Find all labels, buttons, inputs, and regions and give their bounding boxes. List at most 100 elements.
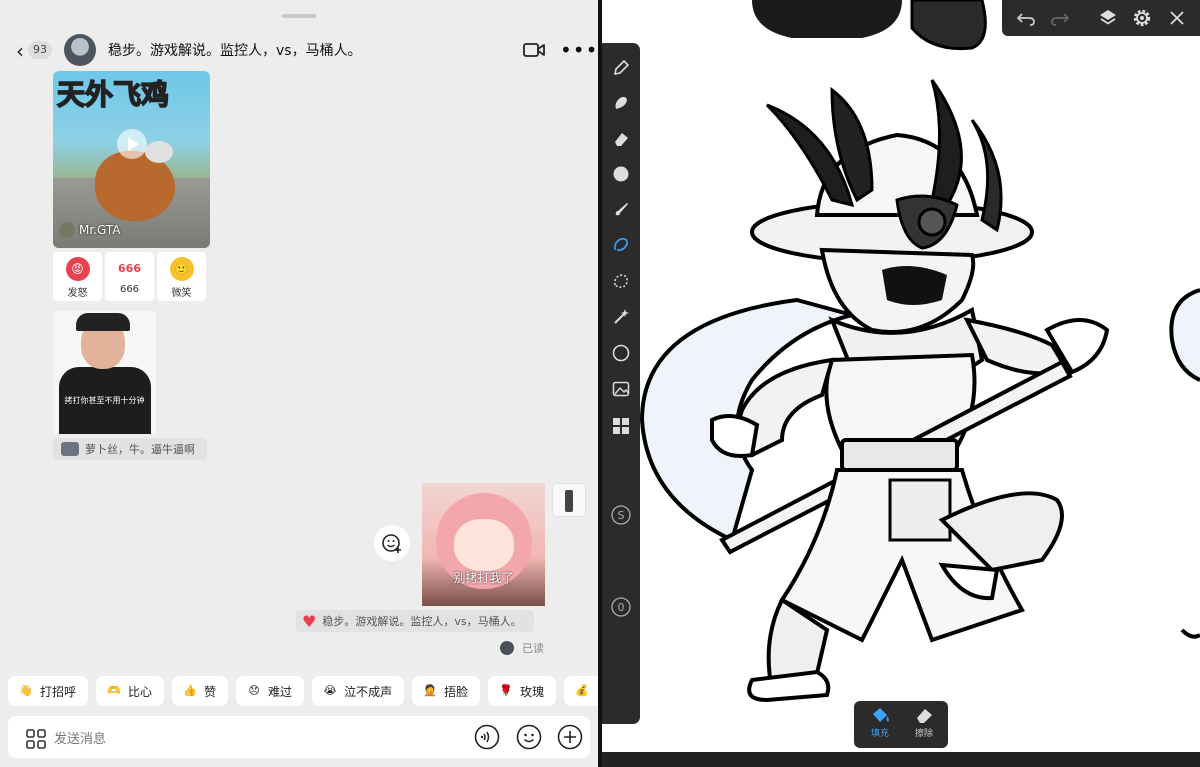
grid-tiles-icon [613,418,629,434]
side-badge-zero[interactable]: 0 [611,597,631,617]
tool-color-brush[interactable] [611,200,631,220]
drawing-canvas[interactable] [602,0,1200,752]
undo-icon[interactable] [1016,8,1036,28]
plus-icon[interactable] [557,724,583,750]
my-avatar[interactable] [552,483,586,517]
badge-s-text: S [618,509,625,522]
quick-reply-cry[interactable]: 😭 泣不成声 [312,676,405,706]
tool-smudge[interactable] [611,93,631,113]
layers-icon[interactable] [1098,8,1118,28]
smile-face-icon: 🙂 [169,257,194,281]
quick-reply-row: 👋 打招呼 🫶 比心 👍 赞 😞 难过 😭 泣不成声 🤦 捂脸 🌹 玫瑰 💰 [8,676,598,706]
reply-quote[interactable]: 萝卜丝，牛。逼牛逼啊 [53,438,207,460]
tool-layers-grid[interactable] [611,416,631,436]
emoji-add-icon [382,534,401,553]
chip-label: 捂脸 [444,684,469,699]
quick-reply-rose[interactable]: 🌹 玫瑰 [488,676,557,706]
s-badge-icon: S [611,505,631,525]
reaction-angry[interactable]: 😡 发怒 [53,252,102,301]
pen-icon [613,59,630,76]
tool-pen[interactable] [611,58,631,78]
chip-label: 比心 [128,684,153,699]
channel-name: Mr.GTA [79,223,121,237]
tool-sidebar: S 0 [602,43,640,724]
fill-button[interactable]: 填充 [860,706,900,744]
photo-caption: 拷打你甚至不用十分钟 [64,396,145,405]
chat-avatar[interactable] [64,34,96,66]
input-placeholder: 发送消息 [54,732,107,747]
reaction-label: 666 [119,284,140,295]
magic-wand-icon [614,309,629,324]
emoji-icon[interactable] [516,724,542,750]
chat-header: ‹ 93 稳步。游戏解说。监控人，vs，马桶人。 ••• [0,30,598,70]
photo-message[interactable]: 拷打你甚至不用十分钟 [53,311,156,434]
liked-quote[interactable]: ♥ 稳步。游戏解说。监控人，vs，马桶人。 [296,610,534,632]
video-rider [145,141,173,163]
paint-bucket-icon [873,708,889,722]
angry-face-icon: 😡 [65,257,90,281]
money-bag-icon: 💰 [575,684,589,697]
brush-icon [615,203,628,216]
thumbs-up-icon: 👍 [183,684,197,697]
video-call-icon[interactable] [522,40,546,60]
sticker-face [454,519,514,571]
fill-label: 填充 [870,729,889,739]
sticker-text: 别拷打我了 [453,571,514,585]
tool-magic-wand[interactable] [611,307,631,327]
close-icon[interactable] [1167,8,1187,28]
tool-image[interactable] [611,379,631,399]
chat-title[interactable]: 稳步。游戏解说。监控人，vs，马桶人。 [108,40,362,60]
message-input[interactable]: 发送消息 [8,716,590,758]
top-action-bar [1002,0,1200,36]
drag-handle[interactable] [282,14,316,18]
erase-button[interactable]: 擦除 [904,706,944,744]
reaction-666[interactable]: 666 666 [105,252,154,301]
input-bar: 发送消息 [0,712,598,767]
sticker-message[interactable]: 别拷打我了 [422,483,545,606]
rose-icon: 🌹 [499,684,513,697]
eraser-icon [615,133,628,146]
reader-avatar [500,641,514,655]
back-icon[interactable]: ‹ [16,39,24,63]
settings-gear-icon[interactable] [1132,8,1152,28]
quick-reply-sad[interactable]: 😞 难过 [236,676,305,706]
quick-reply-more[interactable]: 💰 [564,676,598,706]
redo-icon[interactable] [1050,8,1070,28]
chip-label: 玫瑰 [520,684,545,699]
add-reaction-button[interactable] [374,525,410,561]
quick-reply-heart[interactable]: 🫶 比心 [96,676,165,706]
read-receipt: 已读 [500,640,544,656]
quick-reply-greet[interactable]: 👋 打招呼 [8,676,89,706]
tool-lasso[interactable] [611,235,631,255]
circle-brush-icon [613,166,629,182]
quick-reply-facepalm[interactable]: 🤦 捂脸 [412,676,481,706]
video-caption: 天外飞鸡 [56,77,170,112]
crying-face-icon: 😭 [323,684,337,697]
more-icon[interactable]: ••• [560,38,598,62]
chip-label: 赞 [204,684,217,699]
play-icon[interactable] [117,129,147,159]
eraser-icon [917,709,932,723]
unread-badge[interactable]: 93 [28,41,52,59]
fill-erase-panel: 填充 擦除 [854,701,948,748]
tool-circle-brush[interactable] [611,164,631,184]
tool-eraser[interactable] [611,129,631,149]
photo-cap [76,313,130,331]
video-channel: Mr.GTA [59,222,120,238]
shape-circle-icon [612,344,630,362]
side-badge-s[interactable]: S [611,505,631,525]
apps-grid-icon[interactable] [26,729,46,749]
quick-reply-like[interactable]: 👍 赞 [172,676,229,706]
erase-label: 擦除 [914,729,933,739]
facepalm-icon: 🤦 [423,684,437,697]
heart-icon: ♥ [302,611,317,631]
tool-shape[interactable] [611,343,631,363]
quote-text: 萝卜丝，牛。逼牛逼啊 [85,443,195,456]
chip-label: 难过 [268,684,293,699]
video-message[interactable]: 天外飞鸡 Mr.GTA [53,71,210,248]
voice-icon[interactable] [474,724,500,750]
quote-avatar [61,442,79,456]
image-icon [612,381,630,397]
tool-selection[interactable] [611,271,631,291]
reaction-smile[interactable]: 🙂 微笑 [157,252,206,301]
